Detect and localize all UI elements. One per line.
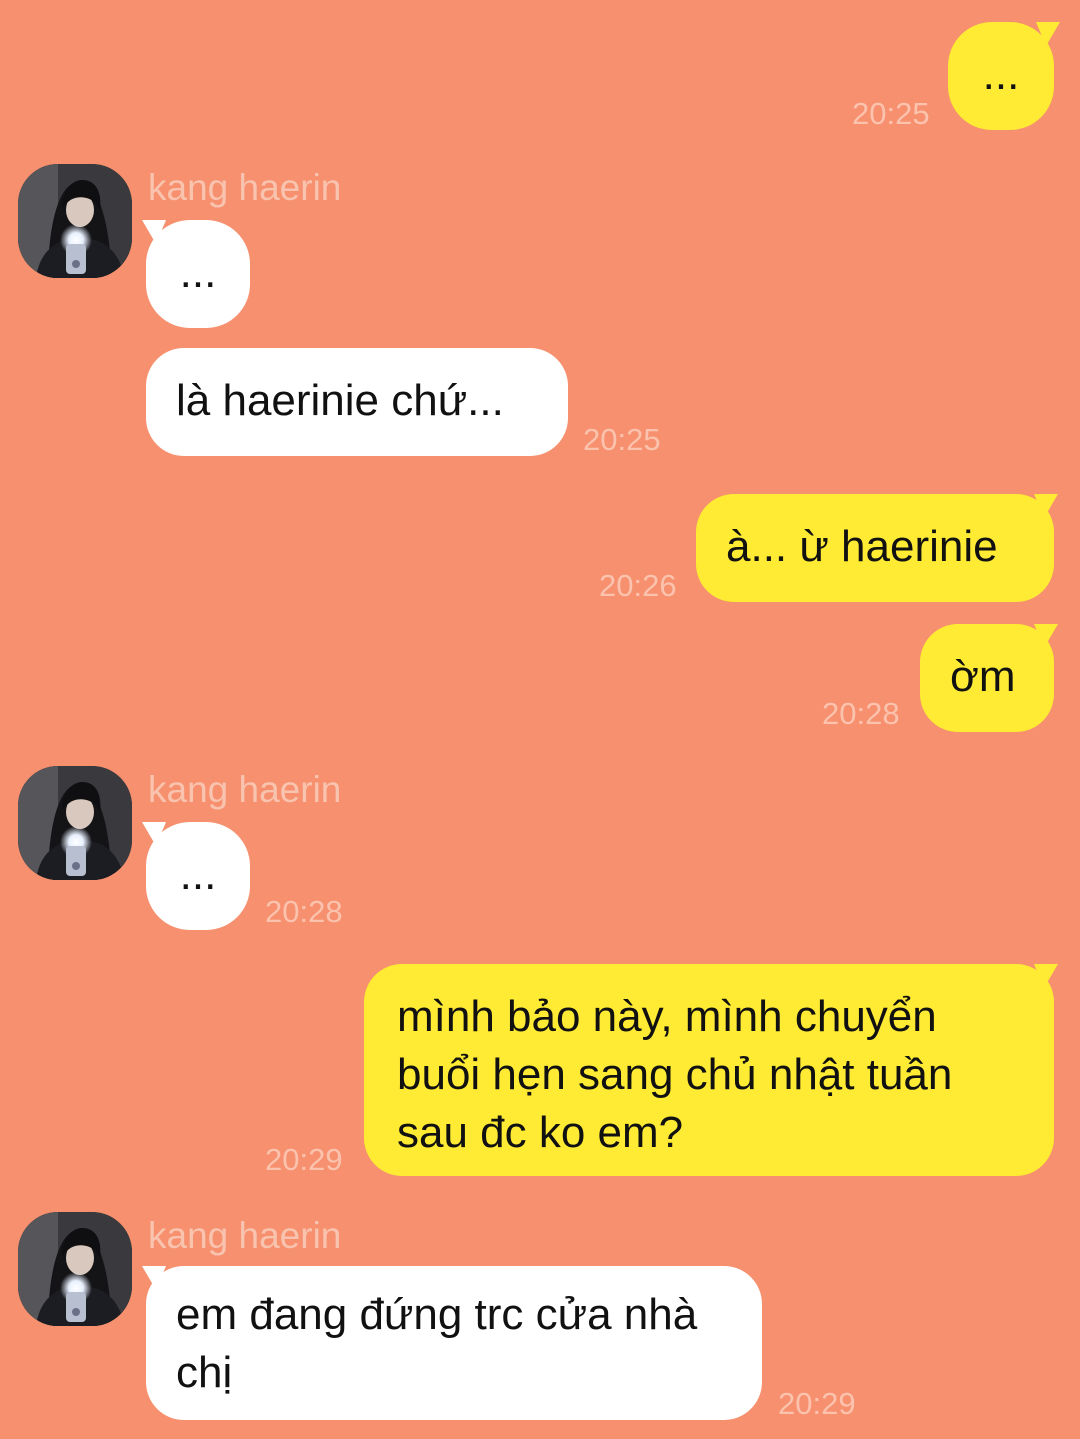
- message-text: mình bảo này, mình chuyển buổi hẹn sang …: [397, 992, 953, 1157]
- message-bubble-incoming[interactable]: em đang đứng trc cửa nhà chị: [146, 1266, 762, 1420]
- message-timestamp: 20:28: [265, 894, 343, 929]
- bubble-tail-outgoing: [1034, 964, 1058, 988]
- message-timestamp: 20:28: [822, 696, 900, 731]
- message-text: em đang đứng trc cửa nhà chị: [176, 1290, 698, 1397]
- bubble-tail-outgoing: [1034, 624, 1058, 648]
- message-bubble-outgoing[interactable]: mình bảo này, mình chuyển buổi hẹn sang …: [364, 964, 1054, 1176]
- message-timestamp: 20:25: [583, 422, 661, 457]
- profile-photo: [18, 164, 132, 278]
- avatar[interactable]: [18, 1212, 132, 1326]
- bubble-tail-outgoing: [1034, 494, 1058, 518]
- message-text: ...: [179, 850, 217, 899]
- message-text: à... ừ haerinie: [726, 522, 998, 571]
- sender-name: kang haerin: [148, 1215, 342, 1256]
- avatar[interactable]: [18, 164, 132, 278]
- sender-name: kang haerin: [148, 167, 342, 208]
- message-bubble-outgoing[interactable]: à... ừ haerinie: [696, 494, 1054, 602]
- message-text: ờm: [950, 652, 1016, 701]
- message-timestamp: 20:29: [778, 1386, 856, 1421]
- message-timestamp: 20:26: [599, 568, 677, 603]
- message-text: là haerinie chứ...: [176, 376, 504, 425]
- avatar[interactable]: [18, 766, 132, 880]
- message-bubble-incoming[interactable]: là haerinie chứ...: [146, 348, 568, 456]
- message-text: ...: [179, 248, 217, 297]
- sender-name: kang haerin: [148, 769, 342, 810]
- profile-photo: [18, 1212, 132, 1326]
- bubble-tail-incoming: [142, 220, 166, 244]
- profile-photo: [18, 766, 132, 880]
- bubble-tail-outgoing: [1036, 22, 1060, 46]
- message-timestamp: 20:29: [265, 1142, 343, 1177]
- message-text: ...: [982, 50, 1020, 99]
- bubble-tail-incoming: [142, 822, 166, 846]
- message-timestamp: 20:25: [852, 96, 930, 131]
- bubble-tail-incoming: [142, 1266, 166, 1290]
